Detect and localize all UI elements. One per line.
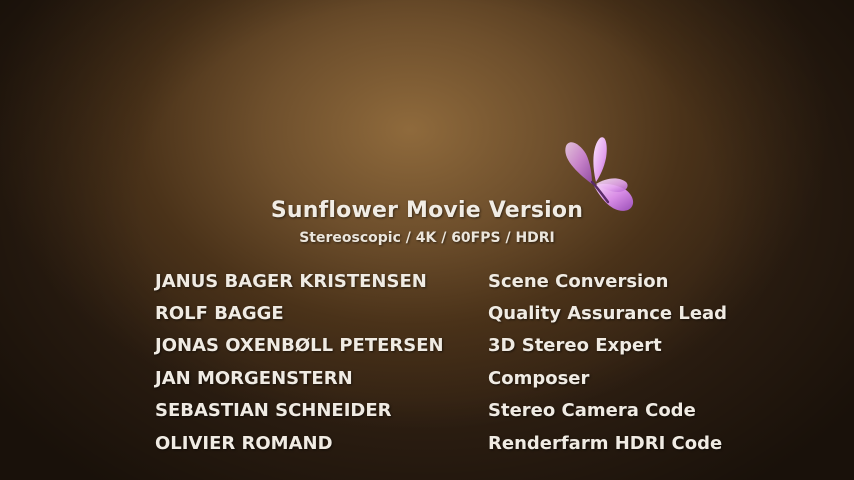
credit-row: JONAS OXENBØLL PETERSEN 3D Stereo Expert bbox=[155, 330, 755, 362]
credits-list: JANUS BAGER KRISTENSEN Scene Conversion … bbox=[155, 265, 755, 459]
credit-row: JAN MORGENSTERN Composer bbox=[155, 362, 755, 394]
video-frame: Sunflower Movie Version Stereoscopic / 4… bbox=[0, 0, 854, 480]
credit-row: JANUS BAGER KRISTENSEN Scene Conversion bbox=[155, 265, 755, 297]
movie-subtitle: Stereoscopic / 4K / 60FPS / HDRI bbox=[299, 230, 555, 246]
movie-title: Sunflower Movie Version bbox=[270, 198, 584, 223]
credit-role: Scene Conversion bbox=[488, 270, 669, 292]
credit-name: OLIVIER ROMAND bbox=[155, 432, 333, 454]
credit-role: Renderfarm HDRI Code bbox=[488, 432, 723, 454]
credit-row: OLIVIER ROMAND Renderfarm HDRI Code bbox=[155, 427, 755, 459]
credit-role: Stereo Camera Code bbox=[488, 400, 696, 422]
credit-name: JONAS OXENBØLL PETERSEN bbox=[155, 335, 444, 357]
credit-row: ROLF BAGGE Quality Assurance Lead bbox=[155, 297, 755, 329]
credit-role: Quality Assurance Lead bbox=[488, 303, 728, 325]
credit-row: SEBASTIAN SCHNEIDER Stereo Camera Code bbox=[155, 395, 755, 427]
credit-name: JANUS BAGER KRISTENSEN bbox=[155, 270, 427, 292]
credit-name: JAN MORGENSTERN bbox=[155, 367, 353, 389]
credit-name: ROLF BAGGE bbox=[155, 303, 284, 325]
credit-role: Composer bbox=[488, 367, 590, 389]
credit-name: SEBASTIAN SCHNEIDER bbox=[155, 400, 392, 422]
credit-role: 3D Stereo Expert bbox=[488, 335, 662, 357]
